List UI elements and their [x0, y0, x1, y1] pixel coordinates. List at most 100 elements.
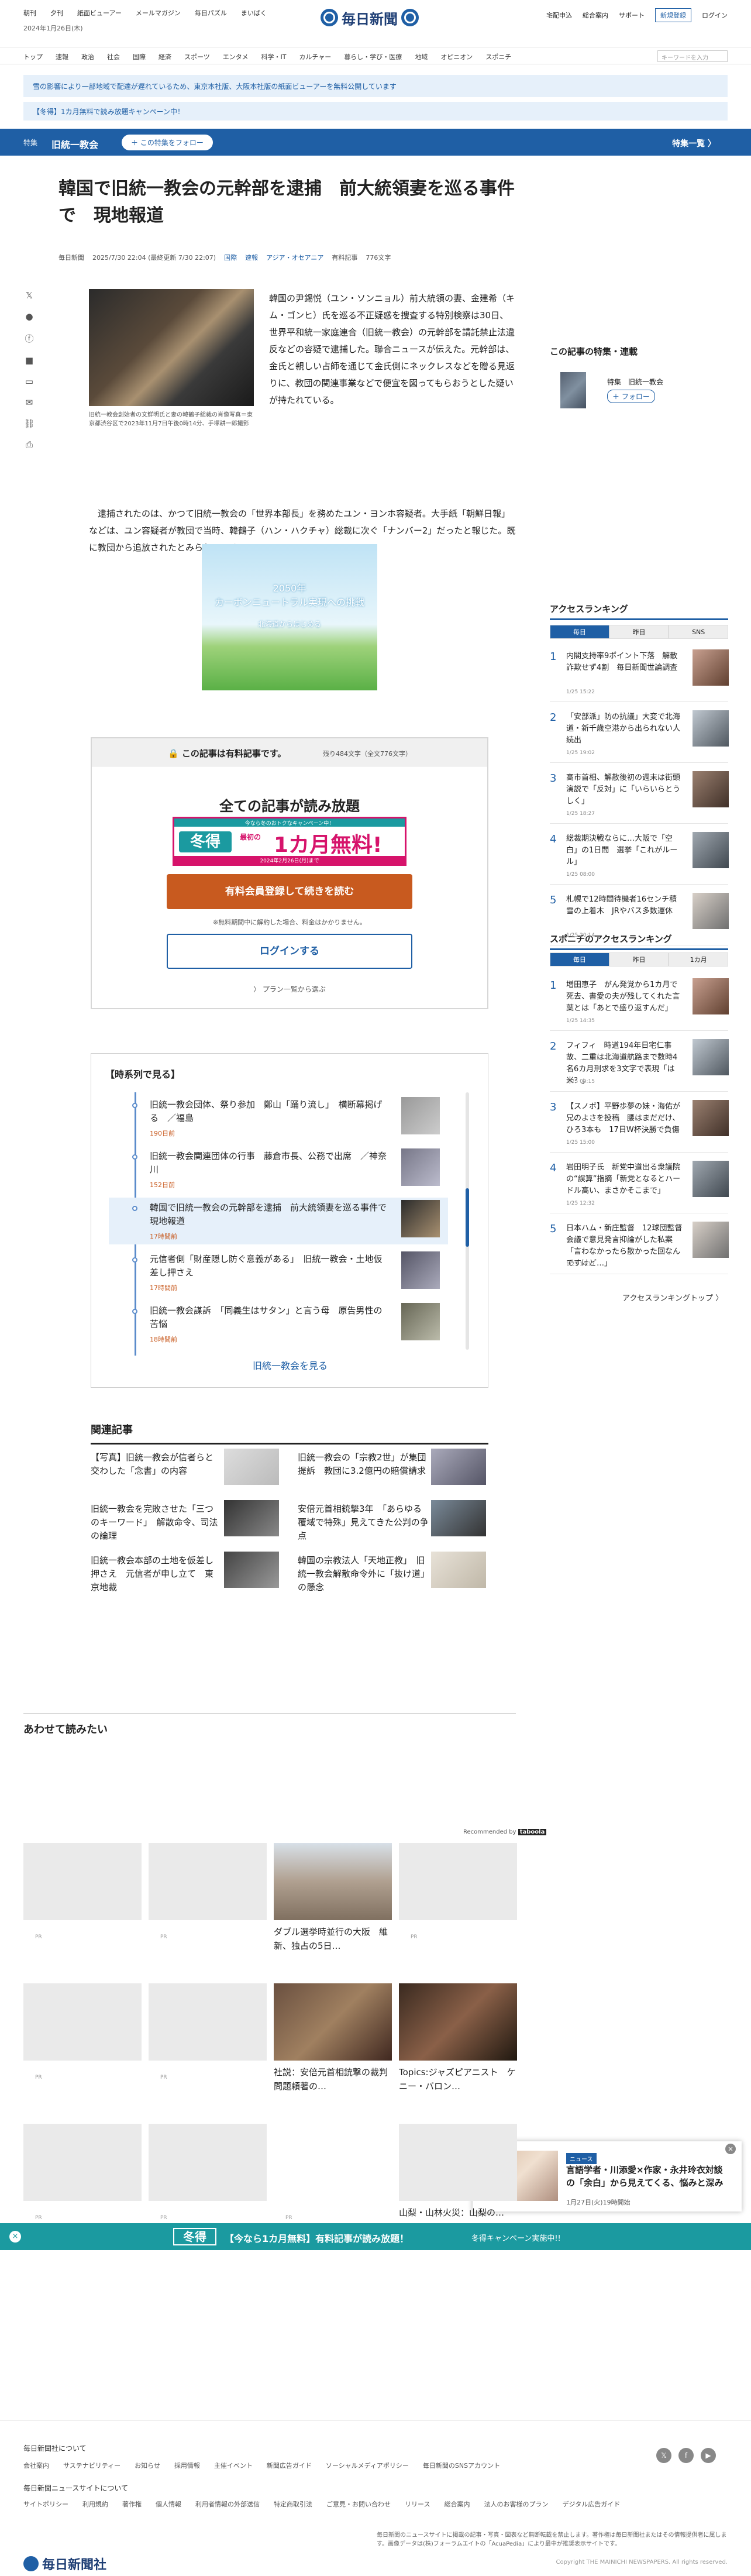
nav-item[interactable]: オピニオン — [440, 52, 473, 61]
related-item-thumbnail[interactable] — [431, 1449, 486, 1485]
toplink-mail[interactable]: メールマガジン — [136, 8, 181, 18]
footer-link[interactable]: 総合案内 — [444, 2499, 470, 2509]
related-item[interactable]: 旧統一教会の「宗教2世」が集団提訴 教団に3.2億円の賠償請求 — [298, 1449, 486, 1499]
ranking-item[interactable]: 5 日本ハム・新庄監督 12球団監督会議で意見発言抑論がした私案「言わなかったら散… — [550, 1216, 729, 1274]
footer-link[interactable]: 利用者情報の外部送信 — [195, 2499, 260, 2509]
footer-link[interactable]: 採用情報 — [174, 2461, 200, 2470]
related-item-title[interactable]: 旧統一教会の「宗教2世」が集団提訴 教団に3.2億円の賠償請求 — [298, 1451, 429, 1478]
nav-item[interactable]: 地域 — [415, 52, 428, 61]
article-photo[interactable] — [89, 289, 254, 406]
link-support[interactable]: サポート — [619, 11, 645, 20]
footer-link[interactable]: 主催イベント — [214, 2461, 253, 2470]
footer-link[interactable]: 特定商取引法 — [274, 2499, 312, 2509]
recommend-card-image[interactable] — [274, 1983, 392, 2061]
nav-item[interactable]: 政治 — [81, 52, 94, 61]
related-item-thumbnail[interactable] — [224, 1552, 279, 1588]
nav-item[interactable]: 社会 — [107, 52, 120, 61]
rank-thumbnail[interactable] — [693, 771, 729, 807]
paywall-login-button[interactable]: ログインする — [167, 934, 412, 969]
footer-link[interactable]: 法人のお客様のプラン — [484, 2499, 548, 2509]
popup-title[interactable]: 言語学者・川添愛×作家・永井玲衣対談の「余白」から見えてくる、悩みと深み — [566, 2164, 730, 2189]
x-share-icon[interactable]: 𝕏 — [26, 290, 33, 301]
footer-link[interactable]: 新聞広告ガイド — [267, 2461, 312, 2470]
rank-thumbnail[interactable] — [693, 893, 729, 929]
timeline-item[interactable]: 元信者側「財産隠し防ぐ意義がある」 旧統一教会・土地仮差し押さえ 17時間前 — [109, 1249, 448, 1296]
recommend-card[interactable]: 社説：安倍元首相銃撃の裁判 問題頼著の… — [274, 1983, 392, 2100]
rank-thumbnail[interactable] — [693, 1161, 729, 1197]
recommend-card-image[interactable] — [23, 1843, 142, 1920]
timeline-item-thumbnail[interactable] — [401, 1303, 440, 1340]
related-item-title[interactable]: 【写真】旧統一教会が信者らと交わした「念書」の内容 — [91, 1451, 222, 1478]
x-icon[interactable]: 𝕏 — [656, 2448, 671, 2463]
footer-link[interactable]: 著作権 — [122, 2499, 142, 2509]
ranking-item[interactable]: 2 フィフィ 時道194年日宅仁事故、二重は北海道航路まで数時4名6カ月刑求を3文… — [550, 1033, 729, 1092]
search-input[interactable]: キーワードを入力 — [657, 50, 728, 62]
recommend-card-title[interactable]: Topics:ジャズピアニスト ケニー・バロン… — [399, 2065, 517, 2093]
recommend-card-title[interactable]: 社説：安倍元首相銃撃の裁判 問題頼著の… — [274, 2065, 392, 2093]
link-guide[interactable]: 総合案内 — [583, 11, 608, 20]
rank-title[interactable]: 岩田明子氏 新党中道出る衆議院の“誤算”指摘「新党となるとハードル高い、まさかそ… — [566, 1162, 683, 1197]
timeline-item-title[interactable]: 旧統一教会謀訴 「同義生はサタン」と言う母 原告男性の苦悩 — [150, 1304, 390, 1331]
related-item-thumbnail[interactable] — [224, 1500, 279, 1536]
timeline-item[interactable]: 旧統一教会関連団体の行事 藤倉市長、公務で出席 ／神奈川 152日前 — [109, 1146, 448, 1193]
recommend-card-image[interactable] — [149, 2124, 267, 2201]
timeline-item-thumbnail[interactable] — [401, 1251, 440, 1289]
recommend-card-image[interactable] — [274, 1843, 392, 1920]
sidebar-follow-button[interactable]: ＋ フォロー — [607, 390, 655, 403]
rank-title[interactable]: 札幌で12時間待機者16センチ積雪の上着木 JRやバス多数運休 — [566, 894, 683, 917]
footer-link[interactable]: ご意見・お問い合わせ — [326, 2499, 391, 2509]
feature-follow-button[interactable]: ＋ この特集をフォロー — [122, 135, 213, 150]
nav-item[interactable]: スポニチ — [485, 52, 511, 61]
category-link[interactable]: 速報 — [245, 253, 258, 262]
login-link[interactable]: ログイン — [702, 11, 728, 20]
recommend-card-image[interactable] — [23, 2124, 142, 2201]
notice-snow[interactable]: 雪の影響により一部地域で配達が遅れているため、東京本社版、大阪本社版の紙面ビュー… — [23, 75, 728, 97]
timeline-item-title[interactable]: 韓国で旧統一教会の元幹部を逮捕 前大統領妻を巡る事件で 現地報道 — [150, 1201, 395, 1228]
sidebar-feature-name[interactable]: 特集 旧統一教会 — [607, 377, 663, 387]
nav-item[interactable]: 暮らし・学び・医療 — [344, 52, 402, 61]
related-item-title[interactable]: 旧統一教会本部の土地を仮差し押さえ 元信者が申し立て 東京地裁 — [91, 1554, 222, 1594]
nav-item[interactable]: 経済 — [159, 52, 171, 61]
toplink-morning[interactable]: 朝刊 — [23, 8, 36, 18]
rank-thumbnail[interactable] — [693, 832, 729, 868]
recommend-card[interactable]: Topics:ジャズピアニスト ケニー・バロン… — [399, 1983, 517, 2100]
hatena-share-icon[interactable]: ● — [25, 311, 33, 322]
site-logo[interactable]: 毎日新聞 — [321, 6, 432, 29]
footer-link[interactable]: デジタル広告ガイド — [562, 2499, 620, 2509]
ranking-item[interactable]: 4 総裁期決戦ならに…大阪で「空白」の1日間 選挙「これがルール」 1/25 08:… — [550, 826, 729, 885]
recommend-card[interactable]: PR — [149, 1843, 267, 1960]
tab-yesterday[interactable]: 昨日 — [609, 625, 669, 639]
related-item-title[interactable]: 旧統一教会を完敗させた「三つのキーワード」 解散命令、司法の論理 — [91, 1502, 222, 1543]
related-item-title[interactable]: 韓国の宗教法人「天地正教」 旧統一教会解散命令外に「抜け道」の懸念 — [298, 1554, 429, 1594]
ranking-item[interactable]: 3 高市首相、解散後初の週末は街頭演説で「反対」に「いらいらとうしく」 1/25 1… — [550, 765, 729, 824]
toplink-viewer[interactable]: 紙面ビューアー — [77, 8, 122, 18]
link-copy-icon[interactable]: ⛓ — [23, 418, 35, 429]
nav-item[interactable]: エンタメ — [223, 52, 249, 61]
related-item-thumbnail[interactable] — [431, 1552, 486, 1588]
recommend-card[interactable]: 山梨・山林火災：山梨の… — [399, 2124, 517, 2241]
campaign-banner[interactable]: 今なら冬のおトクなキャンペーン中！ 冬得 最初の 1カ月無料! 2024年2月2… — [173, 817, 406, 866]
rank-title[interactable]: 【スノボ】平野歩夢の妹・海佑が兄のよさを投稿 腰はまだだけ、ひろ3本も 17日W… — [566, 1101, 683, 1136]
rank-title[interactable]: 「安部派」防の抗議」大変で北海道・新千歳空港から出られない人続出 — [566, 711, 683, 747]
ranking-item[interactable]: 4 岩田明子氏 新党中道出る衆議院の“誤算”指摘「新党となるとハードル高い、まさか… — [550, 1155, 729, 1213]
ranking-item[interactable]: 5 札幌で12時間待機者16センチ積雪の上着木 JRやバス多数運休 1/25 20:… — [550, 887, 729, 945]
ad-banner[interactable]: 2050年 カーボンニュートラル実現への挑戦 北海道からはじめる — [202, 544, 377, 690]
timeline-item-thumbnail[interactable] — [401, 1148, 440, 1186]
recommend-card-image[interactable] — [149, 1843, 267, 1920]
toplink-puzzle[interactable]: 毎日パズル — [195, 8, 227, 18]
feature-name[interactable]: 旧統一教会 — [51, 137, 98, 151]
footer-link[interactable]: ソーシャルメディアポリシー — [326, 2461, 409, 2470]
nav-item[interactable]: 国際 — [133, 52, 146, 61]
timeline-item-thumbnail[interactable] — [401, 1200, 440, 1237]
ranking-item[interactable]: 1 増田恵子 がん発覚から1カ月で死去、書愛の夫が残してくれた言葉とは「あとで盛り… — [550, 972, 729, 1031]
related-item[interactable]: 韓国の宗教法人「天地正教」 旧統一教会解散命令外に「抜け道」の懸念 — [298, 1552, 486, 1602]
related-item-title[interactable]: 安倍元首相銃撃3年 「あらゆる覆域で特殊」見えてきた公判の争点 — [298, 1502, 429, 1543]
print-icon[interactable]: ⎙ — [26, 439, 33, 450]
ranking-item[interactable]: 1 内閣支持率9ポイント下落 解散詐欺せず4割 毎日新聞世論調査 1/25 15:2… — [550, 644, 729, 702]
ranking-item[interactable]: 3 【スノボ】平野歩夢の妹・海佑が兄のよさを投稿 腰はまだだけ、ひろ3本も 17日… — [550, 1094, 729, 1153]
link-delivery[interactable]: 宅配申込 — [546, 11, 572, 20]
rank-title[interactable]: 総裁期決戦ならに…大阪で「空白」の1日間 選挙「これがルール」 — [566, 833, 683, 868]
nav-item[interactable]: トップ — [23, 52, 43, 61]
recommend-card-image[interactable] — [399, 2124, 517, 2201]
related-item[interactable]: 安倍元首相銃撃3年 「あらゆる覆域で特殊」見えてきた公判の争点 — [298, 1500, 486, 1550]
